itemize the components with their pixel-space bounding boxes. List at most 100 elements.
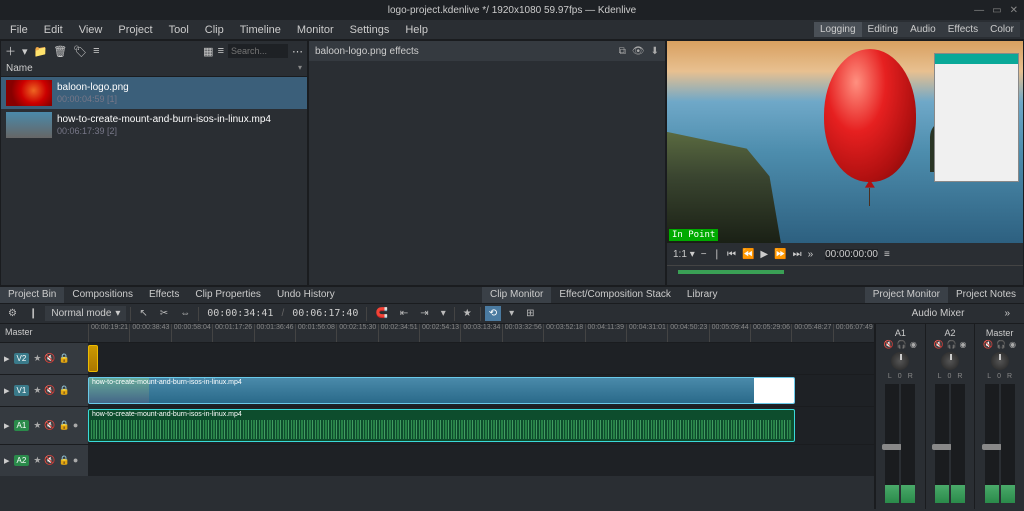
mixer-collapse-button[interactable]: » [1004,308,1010,319]
mute-button[interactable]: 🔇 [884,340,894,349]
snap-button[interactable]: 🧲 [371,306,391,321]
maximize-button[interactable]: ▭ [992,5,1001,16]
track-body-v1[interactable]: how-to-create-mount-and-burn-isos-in-lin… [88,375,874,406]
mute-icon[interactable]: 🔇 [44,353,55,364]
menu-monitor[interactable]: Monitor [291,22,340,38]
expand-icon[interactable]: ▸ [4,419,10,432]
view-mode-button[interactable]: ▦ [203,45,213,58]
selection-tool-button[interactable]: ↖ [135,306,151,321]
tab-project-monitor[interactable]: Project Monitor [865,287,948,303]
track-body-a1[interactable]: how-to-create-mount-and-burn-isos-in-lin… [88,407,874,444]
preview-render-button[interactable]: ⟲ [485,306,501,321]
add-folder-button[interactable]: 📁 [34,45,48,58]
zone-options-button[interactable]: ▾ [437,306,450,321]
timeline-ruler[interactable]: 00:00:19:2100:00:38:4300:00:58:0400:01:1… [88,324,874,342]
options-button[interactable]: ≡ [93,45,99,57]
mute-icon[interactable]: 🔇 [44,455,55,466]
zone-out-button[interactable]: ⇥ [416,306,432,321]
track-body-a2[interactable] [88,445,874,476]
bin-menu-button[interactable]: ≡ [218,45,224,57]
add-clip-button[interactable]: ＋ [5,43,16,59]
fader-handle[interactable] [982,444,1002,450]
menu-settings[interactable]: Settings [344,22,396,38]
go-end-button[interactable]: ⏭ [793,249,802,260]
save-effect-button[interactable]: ⬇ [651,46,659,57]
step-fwd-button[interactable]: ⏩ [774,249,786,260]
favorite-button[interactable]: ★ [459,306,476,321]
menu-edit[interactable]: Edit [38,22,69,38]
lock-icon[interactable]: 🔒 [59,455,70,466]
edit-mode-dropdown[interactable]: Normal mode ▾ [45,306,126,321]
rec-icon[interactable]: ● [73,455,78,466]
track-control-button[interactable]: ❙ [25,306,41,321]
solo-button[interactable]: ◉ [1009,340,1016,349]
fader-handle[interactable] [882,444,902,450]
clip-video-v1[interactable]: how-to-create-mount-and-burn-isos-in-lin… [88,377,795,404]
pan-knob[interactable] [891,352,909,370]
expand-icon[interactable]: ▸ [4,384,10,397]
menu-tool[interactable]: Tool [163,22,195,38]
menu-timeline[interactable]: Timeline [234,22,287,38]
monitor-ruler[interactable] [667,265,1023,285]
monitor-button[interactable]: 🎧 [947,340,957,349]
spacer-tool-button[interactable]: ⇔ [176,306,194,321]
monitor-timecode[interactable]: 00:00:00:00 [825,249,878,260]
expand-icon[interactable]: ▸ [4,454,10,467]
track-head-v2[interactable]: ▸ V2 ★ 🔇 🔒 [0,343,88,374]
rec-icon[interactable]: ● [73,420,78,431]
zoom-out-button[interactable]: − [701,249,707,260]
pan-knob[interactable] [991,352,1009,370]
monitor-button[interactable]: 🎧 [897,340,907,349]
close-button[interactable]: ✕ [1010,5,1018,16]
solo-button[interactable]: ◉ [959,340,966,349]
tab-undo-history[interactable]: Undo History [269,287,343,303]
step-back-button[interactable]: ⏪ [742,249,754,260]
lock-icon[interactable]: 🔒 [59,353,70,364]
tab-clip-monitor[interactable]: Clip Monitor [482,287,551,303]
tab-project-notes[interactable]: Project Notes [948,287,1024,303]
preview-options-button[interactable]: ▾ [505,306,518,321]
play-button[interactable]: ▶ [760,249,768,260]
tag-button[interactable]: 🏷 [73,45,87,58]
tab-project-bin[interactable]: Project Bin [0,287,64,303]
monitor-button[interactable]: 🎧 [996,340,1006,349]
mute-icon[interactable]: 🔇 [44,385,55,396]
mute-button[interactable]: 🔇 [934,340,944,349]
layout-tab-color[interactable]: Color [984,22,1020,37]
timeline-settings-button[interactable]: ⚙ [4,306,21,321]
clip-logo[interactable] [88,345,98,372]
layout-tab-editing[interactable]: Editing [862,22,905,37]
monitor-viewport[interactable]: In Point [667,41,1023,243]
star-icon[interactable]: ★ [33,455,41,466]
track-body-v2[interactable] [88,343,874,374]
menu-view[interactable]: View [73,22,109,38]
zone-in-button[interactable]: ⇤ [396,306,412,321]
star-icon[interactable]: ★ [33,353,41,364]
tab-effect-composition-stack[interactable]: Effect/Composition Stack [551,287,679,303]
star-icon[interactable]: ★ [33,420,41,431]
monitor-more-button[interactable]: » [808,249,814,260]
ruler-master-label[interactable]: Master [0,324,88,342]
effects-visible-button[interactable]: 👁 [632,46,645,57]
monitor-options-button[interactable]: ≡ [884,249,890,260]
clip-audio-a1[interactable]: how-to-create-mount-and-burn-isos-in-lin… [88,409,795,442]
track-head-a1[interactable]: ▸ A1 ★ 🔇 🔒 ● [0,407,88,444]
zoom-bar-icon[interactable]: ❘ [713,249,721,260]
track-head-a2[interactable]: ▸ A2 ★ 🔇 🔒 ● [0,445,88,476]
menu-project[interactable]: Project [112,22,158,38]
menu-clip[interactable]: Clip [199,22,230,38]
bin-column-header[interactable]: Name [1,61,307,77]
layout-tab-audio[interactable]: Audio [904,22,942,37]
star-icon[interactable]: ★ [33,385,41,396]
tab-library[interactable]: Library [679,287,726,303]
playhead-timecode[interactable]: 00:00:34:41 [203,306,277,321]
grid-button[interactable]: ⊞ [522,306,538,321]
delete-clip-button[interactable]: 🗑 [53,45,67,58]
pan-knob[interactable] [941,352,959,370]
mute-button[interactable]: 🔇 [983,340,993,349]
fader-handle[interactable] [932,444,952,450]
menu-file[interactable]: File [4,22,34,38]
track-head-v1[interactable]: ▸ V1 ★ 🔇 🔒 [0,375,88,406]
expand-icon[interactable]: ▸ [4,352,10,365]
lock-icon[interactable]: 🔒 [59,420,70,431]
